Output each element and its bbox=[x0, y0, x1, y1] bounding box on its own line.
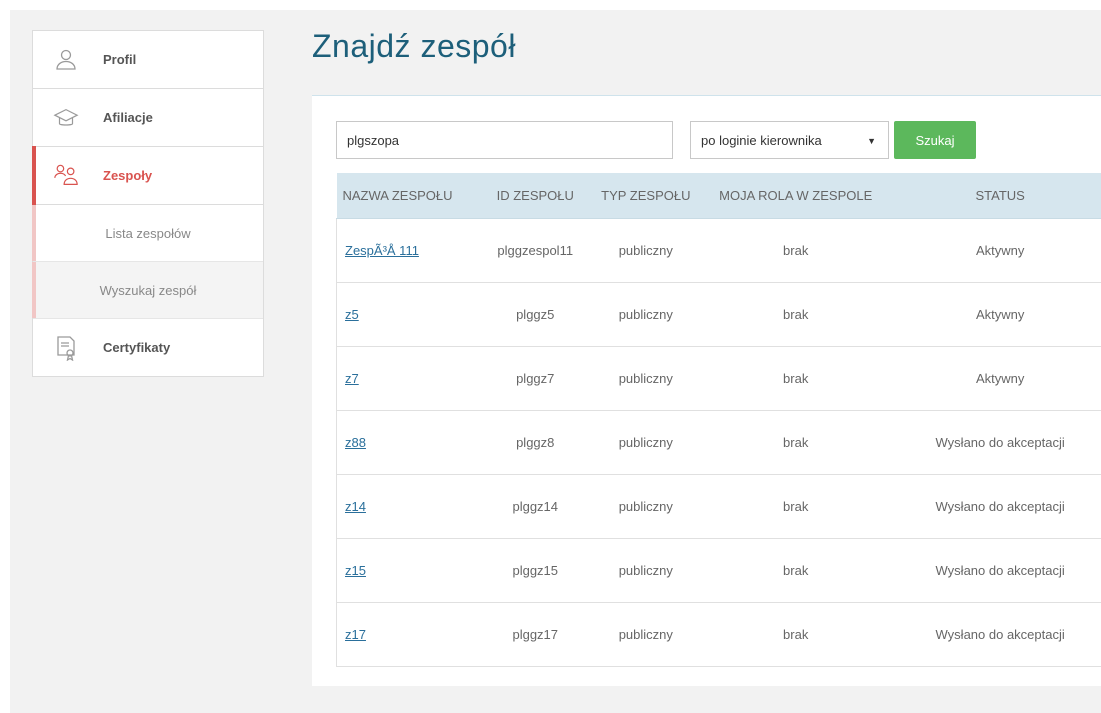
team-status-cell: Wysłano do akceptacji bbox=[894, 538, 1101, 603]
sidebar-subitem-label: Lista zespołów bbox=[105, 225, 191, 241]
column-header-status: STATUS bbox=[894, 173, 1101, 219]
team-role-cell: brak bbox=[697, 538, 895, 603]
sidebar-item-label: Certyfikaty bbox=[103, 340, 171, 355]
sidebar: Profil Afiliacje Zespoły Lista zespołów … bbox=[32, 30, 264, 377]
team-name-cell: ZespÃ³Å 111 bbox=[335, 218, 476, 283]
column-header-id: ID ZESPOŁU bbox=[475, 173, 595, 219]
team-name-cell: z5 bbox=[335, 282, 476, 347]
team-role-cell: brak bbox=[697, 346, 895, 411]
user-icon bbox=[53, 47, 79, 73]
team-role-cell: brak bbox=[697, 602, 895, 667]
team-id-cell: plggz8 bbox=[475, 410, 595, 475]
team-status-cell: Aktywny bbox=[894, 282, 1101, 347]
team-name-cell: z14 bbox=[335, 474, 476, 539]
table-row: z17 plggz17 publiczny brak Wysłano do ak… bbox=[335, 602, 1101, 667]
search-mode-selected: po loginie kierownika bbox=[701, 132, 822, 148]
team-id-cell: plggz17 bbox=[475, 602, 595, 667]
sidebar-subitem-wyszukaj-zespol[interactable]: Wyszukaj zespół bbox=[32, 262, 263, 319]
team-role-cell: brak bbox=[697, 410, 895, 475]
team-type-cell: publiczny bbox=[594, 346, 698, 411]
team-status-cell: Wysłano do akceptacji bbox=[894, 602, 1101, 667]
team-icon bbox=[53, 163, 79, 189]
team-link[interactable]: z15 bbox=[345, 563, 366, 578]
sidebar-item-certyfikaty[interactable]: Certyfikaty bbox=[33, 319, 263, 376]
team-type-cell: publiczny bbox=[594, 538, 698, 603]
team-link[interactable]: z7 bbox=[345, 371, 359, 386]
team-name-cell: z88 bbox=[335, 410, 476, 475]
team-status-cell: Wysłano do akceptacji bbox=[894, 410, 1101, 475]
team-type-cell: publiczny bbox=[594, 282, 698, 347]
team-link[interactable]: z88 bbox=[345, 435, 366, 450]
sidebar-item-label: Zespoły bbox=[103, 168, 153, 183]
team-id-cell: plggz15 bbox=[475, 538, 595, 603]
table-row: z5 plggz5 publiczny brak Aktywny bbox=[335, 282, 1101, 347]
page-title: Znajdź zespół bbox=[312, 28, 516, 64]
team-name-cell: z17 bbox=[335, 602, 476, 667]
team-type-cell: publiczny bbox=[594, 602, 698, 667]
team-role-cell: brak bbox=[697, 218, 895, 283]
sidebar-item-profil[interactable]: Profil bbox=[33, 31, 263, 89]
team-status-cell: Aktywny bbox=[894, 218, 1101, 283]
search-panel: po loginie kierownika ▼ Szukaj NAZWA ZES… bbox=[312, 95, 1101, 686]
column-header-type: TYP ZESPOŁU bbox=[594, 173, 698, 219]
sidebar-subitem-lista-zespolow[interactable]: Lista zespołów bbox=[32, 205, 263, 262]
team-id-cell: plggz14 bbox=[475, 474, 595, 539]
table-row: z88 plggz8 publiczny brak Wysłano do akc… bbox=[335, 410, 1101, 475]
search-input[interactable] bbox=[336, 121, 673, 159]
team-type-cell: publiczny bbox=[594, 474, 698, 539]
team-role-cell: brak bbox=[697, 282, 895, 347]
team-name-cell: z7 bbox=[335, 346, 476, 411]
sidebar-item-zespoly[interactable]: Zespoły bbox=[32, 146, 263, 205]
graduation-cap-icon bbox=[53, 105, 79, 131]
team-link[interactable]: z17 bbox=[345, 627, 366, 642]
team-status-cell: Wysłano do akceptacji bbox=[894, 474, 1101, 539]
certificate-icon bbox=[53, 335, 79, 361]
table-row: z14 plggz14 publiczny brak Wysłano do ak… bbox=[335, 474, 1101, 539]
search-button[interactable]: Szukaj bbox=[894, 121, 976, 159]
sidebar-subitem-label: Wyszukaj zespół bbox=[99, 282, 197, 298]
team-link[interactable]: z5 bbox=[345, 307, 359, 322]
table-row: ZespÃ³Å 111 plggzespol11 publiczny brak … bbox=[335, 218, 1101, 283]
table-row: z15 plggz15 publiczny brak Wysłano do ak… bbox=[335, 538, 1101, 603]
caret-down-icon: ▼ bbox=[867, 136, 876, 146]
results-table: NAZWA ZESPOŁU ID ZESPOŁU TYP ZESPOŁU MOJ… bbox=[335, 173, 1101, 667]
sidebar-item-label: Afiliacje bbox=[103, 110, 153, 125]
team-type-cell: publiczny bbox=[594, 218, 698, 283]
team-id-cell: plggzespol11 bbox=[475, 218, 595, 283]
search-mode-select[interactable]: po loginie kierownika ▼ bbox=[690, 121, 889, 159]
table-row: z7 plggz7 publiczny brak Aktywny bbox=[335, 346, 1101, 411]
column-header-role: MOJA ROLA W ZESPOLE bbox=[697, 173, 895, 219]
team-role-cell: brak bbox=[697, 474, 895, 539]
sidebar-item-afiliacje[interactable]: Afiliacje bbox=[33, 89, 263, 147]
team-link[interactable]: ZespÃ³Å 111 bbox=[345, 243, 419, 258]
team-type-cell: publiczny bbox=[594, 410, 698, 475]
table-header-row: NAZWA ZESPOŁU ID ZESPOŁU TYP ZESPOŁU MOJ… bbox=[336, 173, 1101, 219]
team-id-cell: plggz7 bbox=[475, 346, 595, 411]
team-link[interactable]: z14 bbox=[345, 499, 366, 514]
column-header-name: NAZWA ZESPOŁU bbox=[336, 173, 476, 219]
team-id-cell: plggz5 bbox=[475, 282, 595, 347]
team-status-cell: Aktywny bbox=[894, 346, 1101, 411]
team-name-cell: z15 bbox=[335, 538, 476, 603]
sidebar-item-label: Profil bbox=[103, 52, 137, 67]
